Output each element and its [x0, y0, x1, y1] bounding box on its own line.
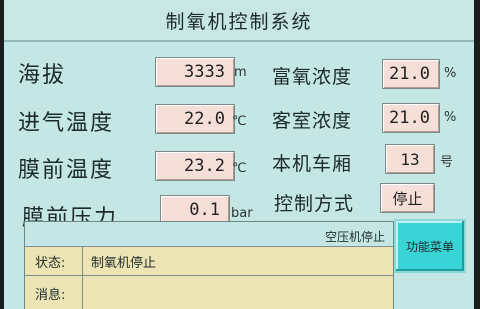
- status-row: 状态: 制氧机停止: [25, 246, 393, 275]
- membrane-pressure-unit: bar: [231, 206, 253, 221]
- intake-temp-unit: ℃: [232, 114, 247, 129]
- hmi-screen: 制氧机控制系统 海拔 3333 m 进气温度 22.0 ℃ 膜前温度 23.2 …: [4, 0, 474, 309]
- system-title: 制氧机控制系统: [165, 10, 313, 33]
- status-panel: 状态: 制氧机停止 空压机停止 消息:: [24, 221, 394, 309]
- cabin-o2-value-field[interactable]: 21.0: [382, 103, 440, 133]
- intake-temp-label: 进气温度: [18, 111, 115, 136]
- status-value: 制氧机停止: [91, 256, 157, 271]
- control-mode-label: 控制方式: [274, 193, 355, 215]
- cabin-o2-label: 客室浓度: [272, 110, 353, 132]
- altitude-value-field[interactable]: 3333: [155, 57, 235, 87]
- intake-temp-value-field[interactable]: 22.0: [155, 104, 235, 134]
- membrane-temp-value-field[interactable]: 23.2: [155, 151, 235, 181]
- altitude-unit: m: [234, 65, 247, 80]
- control-mode-value-field[interactable]: 停止: [380, 183, 435, 213]
- membrane-temp-unit: ℃: [232, 161, 247, 176]
- title-bar: 制氧机控制系统: [4, 0, 474, 42]
- message-row: 消息:: [25, 275, 393, 309]
- enriched-o2-value-field[interactable]: 21.0: [382, 59, 440, 89]
- enriched-o2-unit: %: [444, 66, 457, 81]
- car-number-unit: 号: [440, 155, 454, 170]
- message-label: 消息:: [25, 276, 83, 309]
- status-label: 状态:: [25, 247, 83, 275]
- altitude-label: 海拔: [18, 63, 67, 88]
- membrane-temp-label: 膜前温度: [18, 158, 115, 183]
- car-number-label: 本机车厢: [272, 153, 353, 175]
- cabin-o2-unit: %: [444, 110, 457, 125]
- enriched-o2-label: 富氧浓度: [272, 66, 353, 88]
- car-number-value-field[interactable]: 13: [385, 144, 435, 174]
- function-menu-button[interactable]: 功能菜单: [394, 219, 466, 273]
- compressor-status: 空压机停止: [324, 230, 385, 244]
